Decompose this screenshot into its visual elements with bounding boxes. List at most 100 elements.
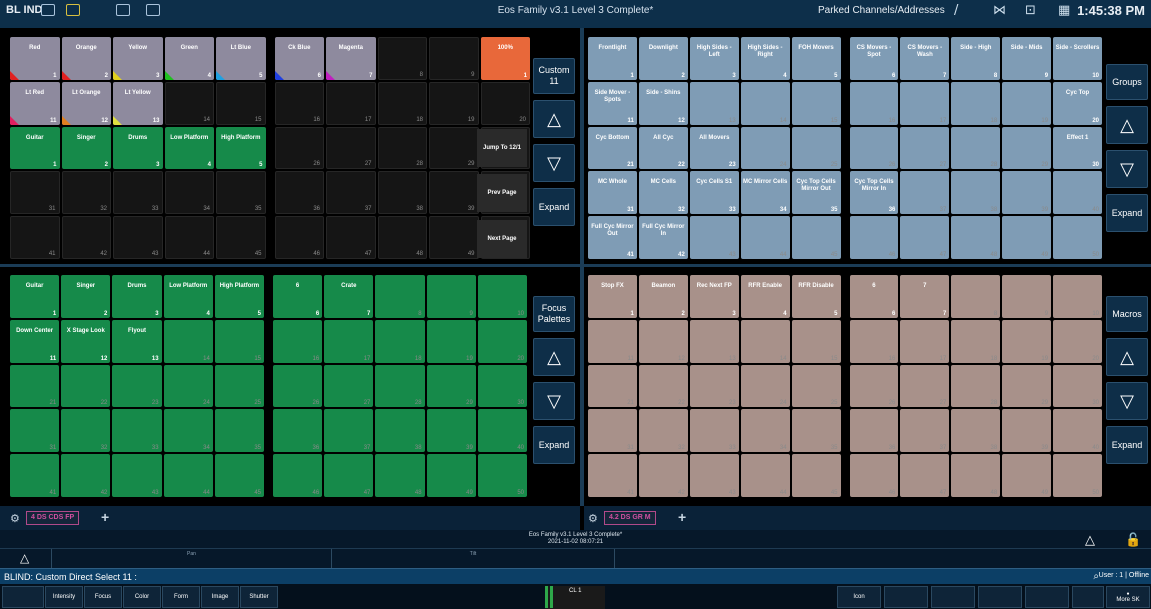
- custom-direct-select-tile[interactable]: 49: [429, 216, 479, 259]
- macro-tile[interactable]: 35: [791, 409, 841, 453]
- softkey-color[interactable]: Color: [123, 586, 161, 608]
- group-tile[interactable]: FOH Movers 5: [791, 37, 841, 80]
- custom-title-button[interactable]: Custom 11: [533, 58, 575, 94]
- macro-tile[interactable]: Rec Next FP 3: [689, 275, 739, 318]
- macro-tile[interactable]: 34: [740, 409, 790, 453]
- group-tile[interactable]: Full Cyc Mirror In 42: [638, 216, 688, 259]
- custom-direct-select-tile[interactable]: Low Platform 4: [164, 126, 214, 170]
- softkey-image[interactable]: Image: [201, 586, 239, 608]
- custom-direct-select-tile[interactable]: 26: [274, 126, 324, 170]
- macro-tile[interactable]: 41: [588, 454, 637, 497]
- focus-palette-tile[interactable]: 21: [10, 364, 60, 408]
- level-encoder[interactable]: CL 1: [545, 586, 605, 609]
- macro-tile[interactable]: 45: [791, 454, 841, 497]
- macro-tile[interactable]: 43: [689, 454, 739, 497]
- custom-direct-select-tile[interactable]: 47: [326, 216, 376, 259]
- custom-direct-select-tile[interactable]: Lt Orange 12: [61, 81, 111, 125]
- macro-tile[interactable]: 8: [951, 275, 1001, 318]
- custom-direct-select-tile[interactable]: High Platform 5: [216, 126, 266, 170]
- custom-direct-select-tile[interactable]: Yellow 3: [113, 37, 163, 80]
- custom-direct-select-tile[interactable]: 39: [429, 171, 479, 215]
- macro-tile[interactable]: 16: [849, 319, 899, 363]
- group-tile[interactable]: Side - Shins 12: [638, 81, 688, 125]
- group-tile[interactable]: 47: [900, 216, 950, 259]
- softkey-focus[interactable]: Focus: [84, 586, 122, 608]
- custom-direct-select-tile[interactable]: 43: [113, 216, 163, 259]
- focus-palette-tile[interactable]: 32: [61, 409, 111, 453]
- group-tile[interactable]: Side - High 8: [951, 37, 1001, 80]
- focus-palette-tile[interactable]: 49: [426, 454, 476, 497]
- custom-direct-select-tile[interactable]: 29: [429, 126, 479, 170]
- focus-palette-tile[interactable]: 43: [112, 454, 162, 497]
- group-tile[interactable]: 44: [740, 216, 790, 259]
- softkey-blank-2[interactable]: [884, 586, 928, 608]
- group-tile[interactable]: 19: [1002, 81, 1052, 125]
- macro-tile[interactable]: 40: [1053, 409, 1102, 453]
- macro-tile[interactable]: 31: [588, 409, 637, 453]
- focus-palette-tile[interactable]: 47: [324, 454, 374, 497]
- group-tile[interactable]: High Sides - Right 4: [740, 37, 790, 80]
- group-tile[interactable]: MC Whole 31: [588, 171, 637, 215]
- focus-palette-tile[interactable]: 41: [10, 454, 60, 497]
- group-tile[interactable]: Effect 1 30: [1053, 126, 1102, 170]
- group-tile[interactable]: CS Movers - Spot 6: [849, 37, 899, 80]
- focus-palette-tile[interactable]: 25: [214, 364, 264, 408]
- softkey-form[interactable]: Form: [162, 586, 200, 608]
- macro-tile[interactable]: 33: [689, 409, 739, 453]
- focus-palette-tile[interactable]: 8: [375, 275, 425, 318]
- macro-tile[interactable]: 24: [740, 364, 790, 408]
- custom-direct-select-tile[interactable]: 35: [216, 171, 266, 215]
- macro-tile[interactable]: 29: [1002, 364, 1052, 408]
- macro-tile[interactable]: 14: [740, 319, 790, 363]
- focus-palette-tile[interactable]: Flyout 13: [112, 319, 162, 363]
- focus-palette-tile[interactable]: 27: [324, 364, 374, 408]
- custom-expand-button[interactable]: Expand: [533, 188, 575, 226]
- custom-direct-select-tile[interactable]: Drums 3: [113, 126, 163, 170]
- macro-tile[interactable]: 19: [1002, 319, 1052, 363]
- macro-tile[interactable]: 38: [951, 409, 1001, 453]
- macro-tile[interactable]: 10: [1053, 275, 1102, 318]
- group-tile[interactable]: MC Cells 32: [638, 171, 688, 215]
- group-tile[interactable]: Cyc Bottom 21: [588, 126, 637, 170]
- group-tile[interactable]: 49: [1002, 216, 1052, 259]
- focus-palette-tile[interactable]: 42: [61, 454, 111, 497]
- group-tile[interactable]: 24: [740, 126, 790, 170]
- macro-tile[interactable]: 46: [849, 454, 899, 497]
- custom-direct-select-tile[interactable]: 8: [377, 37, 427, 80]
- custom-direct-select-tile[interactable]: Lt Yellow 13: [113, 81, 163, 125]
- custom-direct-select-tile[interactable]: 36: [274, 171, 324, 215]
- focus-palette-tile[interactable]: 48: [375, 454, 425, 497]
- encoder-selector[interactable]: △: [0, 549, 52, 568]
- focus-palette-tile[interactable]: 44: [163, 454, 213, 497]
- focus-palette-tile[interactable]: 24: [163, 364, 213, 408]
- macro-tile[interactable]: 77: [900, 275, 950, 318]
- unlock-icon[interactable]: 🔓: [1125, 533, 1141, 548]
- add-tab-icon[interactable]: +: [678, 509, 686, 525]
- focus-palette-tile[interactable]: 66: [273, 275, 323, 318]
- macro-tile[interactable]: 44: [740, 454, 790, 497]
- macro-tile[interactable]: 37: [900, 409, 950, 453]
- group-tile[interactable]: High Sides - Left 3: [689, 37, 739, 80]
- group-tile[interactable]: 50: [1053, 216, 1102, 259]
- focus-palette-tile[interactable]: 38: [375, 409, 425, 453]
- group-tile[interactable]: 39: [1002, 171, 1052, 215]
- focus-palette-tile[interactable]: 40: [477, 409, 527, 453]
- group-tile[interactable]: 28: [951, 126, 1001, 170]
- focus-palette-tile[interactable]: 50: [477, 454, 527, 497]
- group-tile[interactable]: Cyc Top Cells Mirror Out 35: [791, 171, 841, 215]
- focus-palette-tile[interactable]: 14: [163, 319, 213, 363]
- group-tile[interactable]: Side - Scrollers 10: [1053, 37, 1102, 80]
- softkey-shutter[interactable]: Shutter: [240, 586, 278, 608]
- custom-direct-select-tile[interactable]: 38: [377, 171, 427, 215]
- pencil-icon[interactable]: /: [954, 3, 958, 18]
- custom-direct-select-tile[interactable]: 18: [377, 81, 427, 125]
- macro-tile[interactable]: 39: [1002, 409, 1052, 453]
- group-tile[interactable]: 45: [791, 216, 841, 259]
- groups-down-icon[interactable]: ▽: [1106, 150, 1148, 188]
- prev-page-button[interactable]: Prev Page: [477, 174, 527, 212]
- camera-icon[interactable]: ⊡: [1025, 3, 1036, 18]
- focus-palette-tile[interactable]: 35: [214, 409, 264, 453]
- focus-palette-tile[interactable]: Crate 7: [324, 275, 374, 318]
- group-tile[interactable]: 38: [951, 171, 1001, 215]
- focus-down-icon[interactable]: ▽: [533, 382, 575, 420]
